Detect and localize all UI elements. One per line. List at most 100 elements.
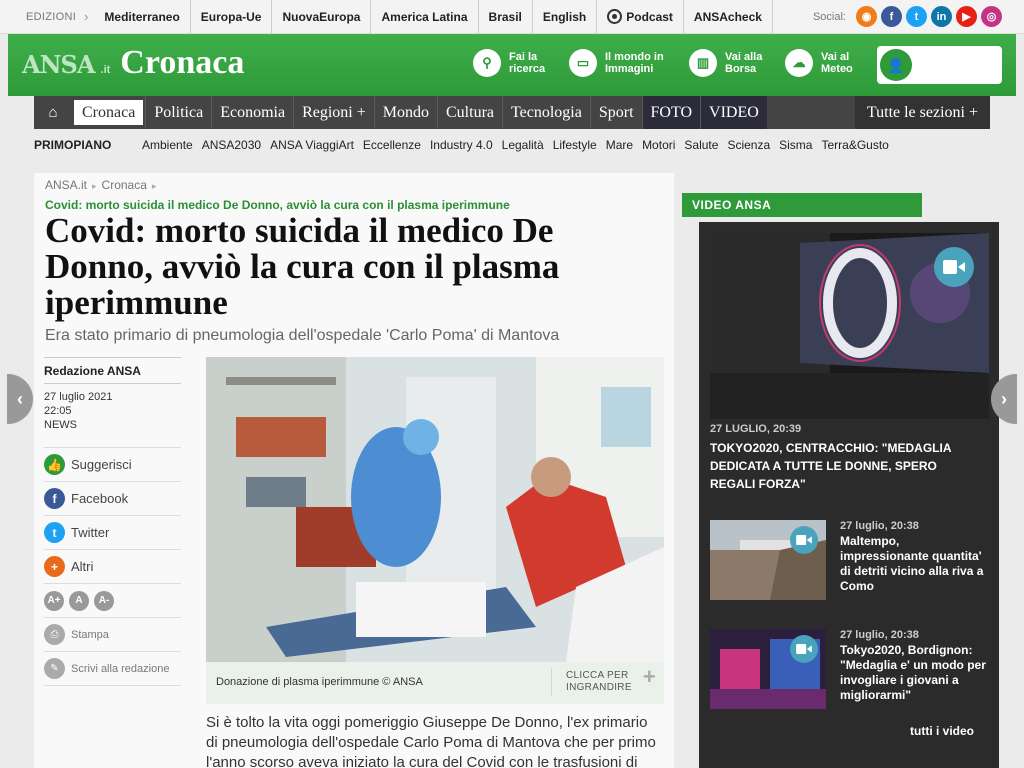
ansacheck-link[interactable]: ANSAcheck — [684, 0, 773, 34]
nav-item-mondo[interactable]: Mondo — [373, 96, 437, 129]
rss-icon[interactable]: ◉ — [856, 6, 877, 27]
subnav-item[interactable]: Scienza — [727, 138, 779, 152]
caption-text: Donazione di plasma iperimmune © ANSA — [216, 676, 423, 688]
share-facebook-button[interactable]: f Facebook — [44, 482, 181, 516]
article-body: Si è tolto la vita oggi pomeriggio Giuse… — [206, 714, 656, 768]
breadcrumb-section[interactable]: Cronaca — [102, 178, 147, 192]
featured-video[interactable] — [710, 233, 989, 419]
site-logo[interactable]: ANSA .it Cronaca — [22, 44, 244, 82]
facebook-icon[interactable]: f — [881, 6, 902, 27]
subnav-item[interactable]: Legalità — [502, 138, 553, 152]
featured-video-date: 27 LUGLIO, 20:39 — [710, 423, 802, 435]
edition-brasil[interactable]: Brasil — [479, 0, 533, 34]
nav-item-tecnologia[interactable]: Tecnologia — [502, 96, 590, 129]
subnav-item[interactable]: Sisma — [779, 138, 821, 152]
subnav-item[interactable]: ANSA2030 — [202, 138, 270, 152]
nav-item-sport[interactable]: Sport — [589, 96, 642, 129]
article-date: 27 luglio 2021 — [44, 391, 113, 403]
share-suggest-label: Suggerisci — [71, 457, 132, 472]
video-item[interactable]: 27 luglio, 20:38 Tokyo2020, Bordignon: "… — [710, 629, 990, 711]
share-more-button[interactable]: + Altri — [44, 550, 181, 584]
nav-item-foto[interactable]: FOTO — [641, 96, 701, 129]
site-header: ANSA .it Cronaca ⚲ Fai la ricerca ▭ Il mo… — [8, 34, 1016, 96]
video-camera-icon — [934, 247, 974, 287]
chevron-right-icon: › — [84, 9, 89, 24]
share-more-label: Altri — [71, 559, 94, 574]
print-label: Stampa — [71, 628, 109, 641]
instagram-icon[interactable]: ◎ — [981, 6, 1002, 27]
login-box[interactable]: 👤 — [877, 46, 1002, 84]
borsa-link-label: Vai alla Borsa — [725, 51, 763, 75]
all-sections-button[interactable]: Tutte le sezioni + — [854, 96, 990, 129]
video-date: 27 luglio, 20:38 — [840, 520, 919, 532]
breadcrumb-separator-icon: ▸ — [151, 181, 157, 191]
write-editor-button[interactable]: ✎ Scrivi alla redazione — [44, 652, 181, 686]
editions-label: EDIZIONI — [26, 10, 77, 23]
nav-item-cultura[interactable]: Cultura — [437, 96, 502, 129]
facebook-icon: f — [44, 488, 65, 509]
top-bar: EDIZIONI › Mediterraneo Europa-Ue NuovaE… — [0, 0, 1024, 34]
print-button[interactable]: ⎙ Stampa — [44, 618, 181, 652]
enlarge-label: CLICCA PER INGRANDIRE — [566, 670, 632, 693]
subnav-item[interactable]: Motori — [642, 138, 684, 152]
subnav-item[interactable]: Salute — [684, 138, 727, 152]
plus-icon: + — [44, 556, 65, 577]
nav-item-video[interactable]: VIDEO — [700, 96, 767, 129]
photo-caption: Donazione di plasma iperimmune © ANSA CL… — [206, 662, 664, 704]
share-suggest-button[interactable]: 👍 Suggerisci — [44, 448, 181, 482]
nav-item-regioni[interactable]: Regioni + — [293, 96, 374, 129]
featured-video-title[interactable]: TOKYO2020, CENTRACCHIO: "MEDAGLIA DEDICA… — [710, 439, 980, 493]
enlarge-button[interactable]: CLICCA PER INGRANDIRE + — [551, 664, 664, 696]
meteo-link-label: Vai al Meteo — [821, 51, 853, 75]
video-camera-icon — [790, 635, 818, 663]
subnav-item[interactable]: Industry 4.0 — [430, 138, 502, 152]
subnav-item[interactable]: Lifestyle — [553, 138, 606, 152]
subnav-item[interactable]: Terra&Gusto — [821, 138, 897, 152]
divider — [44, 432, 181, 448]
article-title: Covid: morto suicida il medico De Donno,… — [45, 211, 560, 322]
font-reset-button[interactable]: A — [69, 590, 89, 611]
edition-english[interactable]: English — [533, 0, 598, 34]
edition-nuovaeuropa[interactable]: NuovaEuropa — [272, 0, 372, 34]
video-title: Tokyo2020, Bordignon: "Medaglia e' un mo… — [840, 643, 986, 702]
article-date-block: 27 luglio 2021 22:05 NEWS — [44, 390, 181, 432]
prev-article-arrow-icon[interactable]: ‹ — [7, 374, 33, 424]
plus-icon: + — [642, 664, 656, 689]
podcast-link[interactable]: Podcast — [597, 0, 684, 34]
weather-icon: ☁ — [785, 49, 813, 77]
subnav-item[interactable]: Eccellenze — [363, 138, 430, 152]
search-link[interactable]: ⚲ Fai la ricerca — [473, 49, 551, 77]
youtube-icon[interactable]: ▶ — [956, 6, 977, 27]
video-ansa-tab[interactable]: VIDEO ANSA — [682, 193, 922, 217]
home-icon[interactable]: ⌂ — [34, 96, 72, 129]
edition-america-latina[interactable]: America Latina — [371, 0, 479, 34]
subnav-item[interactable]: Ambiente — [142, 138, 202, 152]
breadcrumb-home[interactable]: ANSA.it — [45, 178, 87, 192]
linkedin-icon[interactable]: in — [931, 6, 952, 27]
pencil-icon: ✎ — [44, 658, 65, 679]
printer-icon: ⎙ — [44, 624, 65, 645]
subnav-item[interactable]: Mare — [606, 138, 642, 152]
nav-item-cronaca[interactable]: Cronaca — [74, 100, 144, 125]
subnav-item[interactable]: ANSA ViaggiArt — [270, 138, 363, 152]
nav-item-politica[interactable]: Politica — [145, 96, 211, 129]
font-decrease-button[interactable]: A- — [94, 590, 114, 611]
images-link[interactable]: ▭ Il mondo in Immagini — [569, 49, 671, 77]
font-increase-button[interactable]: A+ — [44, 590, 64, 611]
meteo-link[interactable]: ☁ Vai al Meteo — [785, 49, 863, 77]
thumbs-up-icon: 👍 — [44, 454, 65, 475]
article-photo[interactable] — [206, 357, 664, 662]
share-twitter-button[interactable]: t Twitter — [44, 516, 181, 550]
plasma-donation-image — [206, 357, 664, 662]
video-item[interactable]: 27 luglio, 20:38 Maltempo, impressionant… — [710, 520, 990, 602]
article-subtitle: Era stato primario di pneumologia dell'o… — [45, 327, 560, 344]
edition-europa-ue[interactable]: Europa-Ue — [191, 0, 273, 34]
borsa-link[interactable]: ▥ Vai alla Borsa — [689, 49, 767, 77]
video-title: Maltempo, impressionante quantita' di de… — [840, 534, 984, 593]
podcast-icon — [607, 9, 623, 24]
all-videos-link[interactable]: tutti i video — [910, 724, 974, 738]
breadcrumb: ANSA.it ▸ Cronaca ▸ — [45, 178, 161, 192]
edition-mediterraneo[interactable]: Mediterraneo — [94, 0, 191, 34]
twitter-icon[interactable]: t — [906, 6, 927, 27]
nav-item-economia[interactable]: Economia — [211, 96, 293, 129]
